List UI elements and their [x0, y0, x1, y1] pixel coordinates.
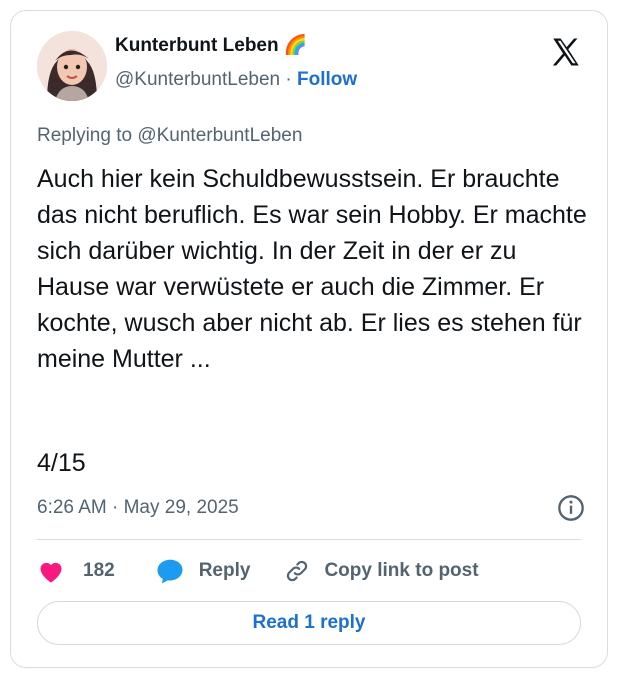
tweet-card: Kunterbunt Leben 🌈 @KunterbuntLeben · Fo…	[10, 10, 608, 668]
action-bar: 182 Reply Copy link to post	[37, 557, 479, 585]
display-name[interactable]: Kunterbunt Leben 🌈	[115, 33, 308, 57]
post-text: Auch hier kein Schuldbewusstsein. Er bra…	[37, 165, 587, 373]
link-icon	[287, 560, 308, 582]
heart-icon	[40, 562, 62, 583]
like-button[interactable]: 182	[37, 558, 115, 584]
info-icon[interactable]	[557, 494, 585, 522]
like-count: 182	[83, 560, 115, 581]
user-handle[interactable]: @KunterbuntLeben	[115, 69, 280, 90]
avatar[interactable]	[37, 31, 107, 101]
reply-label: Reply	[198, 560, 251, 581]
follow-button[interactable]: Follow	[297, 69, 357, 90]
copy-link-label: Copy link to post	[324, 560, 479, 581]
read-replies-button[interactable]: Read 1 reply	[37, 601, 581, 645]
reply-button[interactable]: Reply	[155, 557, 251, 585]
thread-count: 4/15	[37, 449, 86, 477]
handle-row: @KunterbuntLeben · Follow	[115, 69, 357, 91]
reply-bubble-icon	[157, 559, 183, 584]
replying-to: Replying to @KunterbuntLeben	[37, 125, 303, 146]
copy-link-button[interactable]: Copy link to post	[284, 558, 479, 584]
separator-dot: ·	[285, 69, 292, 90]
divider	[37, 539, 581, 540]
x-logo-icon[interactable]	[549, 35, 583, 69]
timestamp[interactable]: 6:26 AM · May 29, 2025	[37, 497, 239, 519]
